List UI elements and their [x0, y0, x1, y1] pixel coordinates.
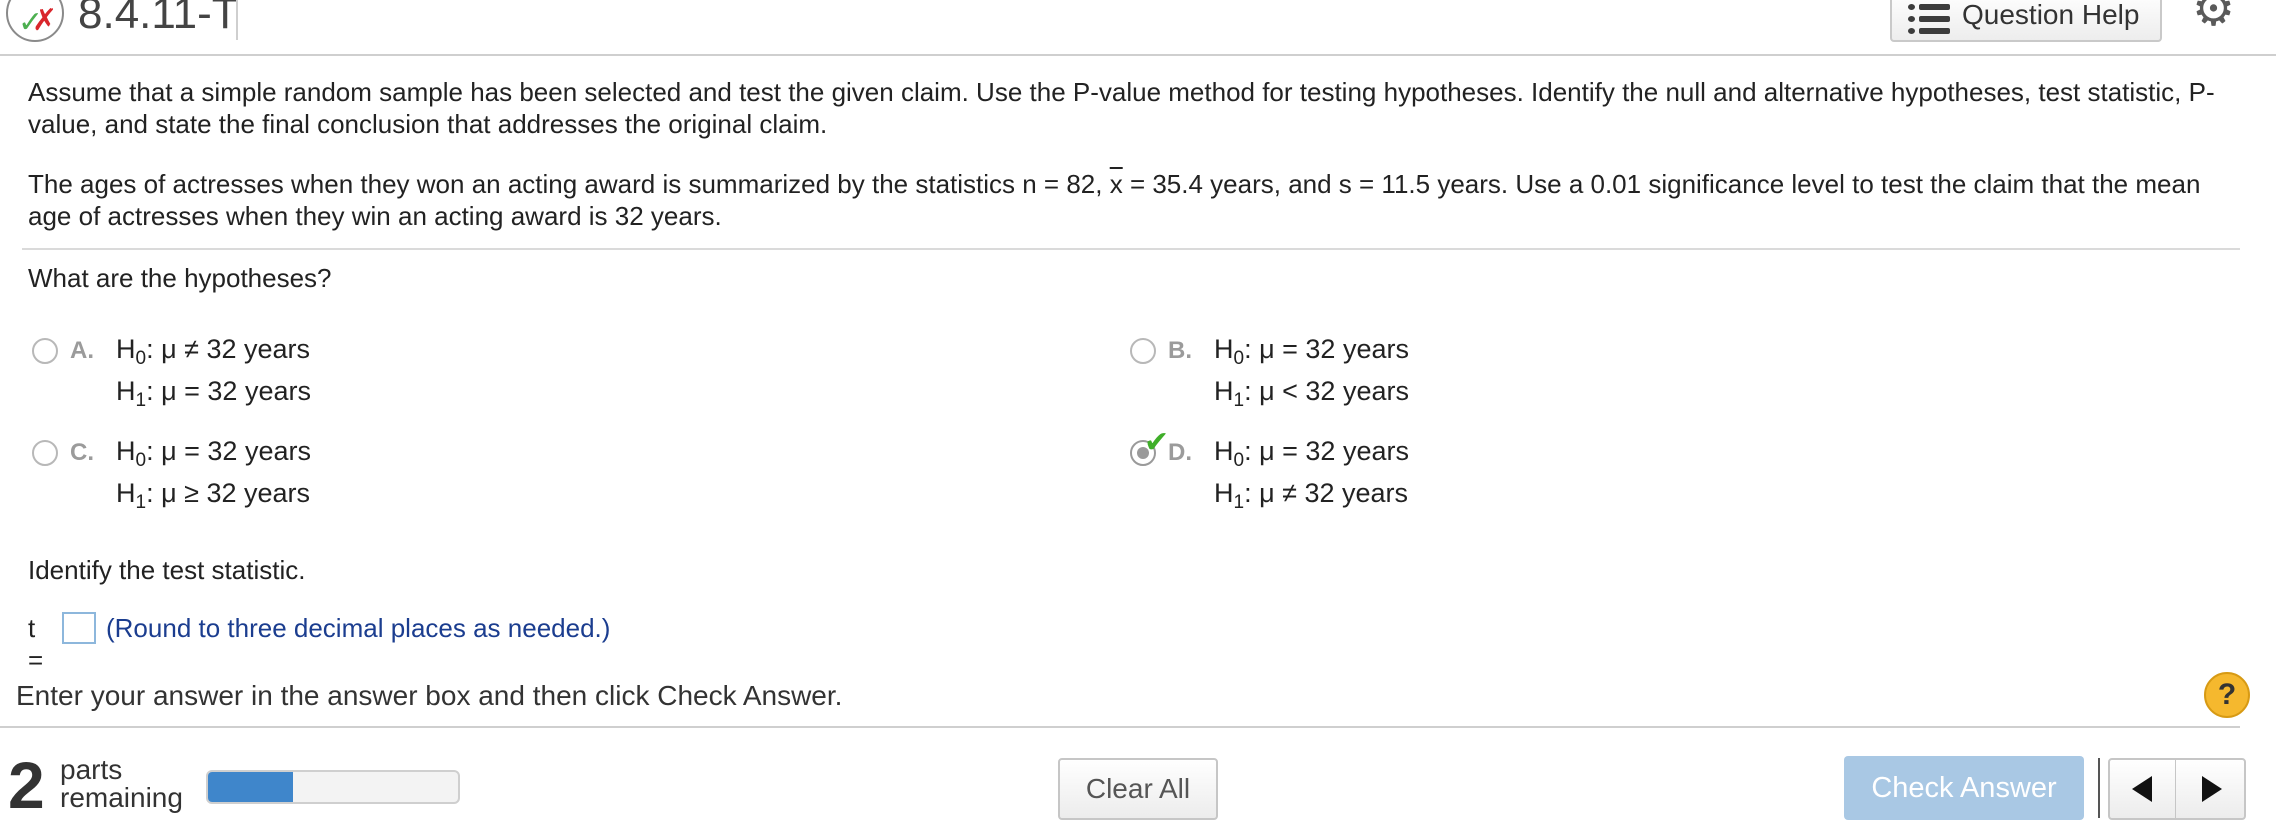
option-c-h1: H1: μ ≥ 32 years — [116, 478, 311, 513]
x-bar-symbol: x — [1109, 169, 1123, 199]
option-c-letter: C. — [70, 439, 94, 466]
title-divider — [236, 0, 238, 40]
section-divider — [22, 248, 2240, 250]
test-statistic-question: Identify the test statistic. — [28, 555, 306, 585]
parts-remaining-count: 2 — [8, 748, 45, 822]
option-a-h1: H1: μ = 32 years — [116, 376, 311, 411]
question-help-button[interactable]: Question Help — [1890, 0, 2162, 42]
question-id: 8.4.11-T — [78, 0, 239, 38]
gear-icon[interactable]: ⚙ — [2192, 0, 2240, 34]
option-c-h0: H0: μ = 32 years — [116, 436, 311, 471]
option-c-radio[interactable] — [32, 440, 58, 466]
triangle-left-icon — [2132, 776, 2152, 802]
previous-question-button[interactable] — [2110, 760, 2176, 818]
question-nav — [2108, 758, 2246, 820]
triangle-right-icon — [2202, 776, 2222, 802]
option-a-letter: A. — [70, 337, 94, 364]
next-question-button[interactable] — [2178, 760, 2244, 818]
option-b-radio[interactable] — [1130, 338, 1156, 364]
option-a-radio[interactable] — [32, 338, 58, 364]
option-d-h1: H1: μ ≠ 32 years — [1214, 478, 1409, 513]
partial-correct-icon: ✓ ✗ — [6, 0, 64, 42]
question-help-label: Question Help — [1962, 0, 2140, 30]
test-statistic-input[interactable] — [62, 612, 96, 644]
check-answer-button[interactable]: Check Answer — [1844, 756, 2084, 820]
parts-remaining-label: parts remaining — [60, 754, 183, 813]
option-a-h0: H0: μ ≠ 32 years — [116, 334, 311, 369]
problem-scenario: The ages of actresses when they won an a… — [28, 168, 2248, 232]
option-d-letter: D. — [1168, 439, 1192, 466]
nav-separator — [2098, 758, 2100, 818]
correct-check-icon: ✔ — [1144, 426, 1170, 459]
progress-bar — [206, 770, 460, 804]
problem-instructions: Assume that a simple random sample has b… — [28, 77, 2215, 139]
option-d-h0: H0: μ = 32 years — [1214, 436, 1409, 471]
x-mark-icon: ✗ — [32, 4, 58, 37]
progress-fill — [208, 772, 293, 802]
t-label: t = — [28, 613, 44, 675]
question-header: ✓ ✗ 8.4.11-T Question Help ⚙ — [0, 0, 2276, 56]
rounding-hint: (Round to three decimal places as needed… — [106, 613, 611, 643]
answer-instruction: Enter your answer in the answer box and … — [16, 680, 843, 711]
scenario-text-before: The ages of actresses when they won an a… — [28, 169, 1110, 199]
option-b-h1: H1: μ < 32 years — [1214, 376, 1409, 411]
list-icon — [1908, 4, 1950, 34]
option-b-h0: H0: μ = 32 years — [1214, 334, 1409, 369]
hypotheses-question: What are the hypotheses? — [28, 263, 332, 293]
footer-divider — [0, 726, 2240, 728]
clear-all-button[interactable]: Clear All — [1058, 758, 1218, 820]
help-icon[interactable]: ? — [2204, 672, 2250, 718]
option-b-letter: B. — [1168, 337, 1192, 364]
